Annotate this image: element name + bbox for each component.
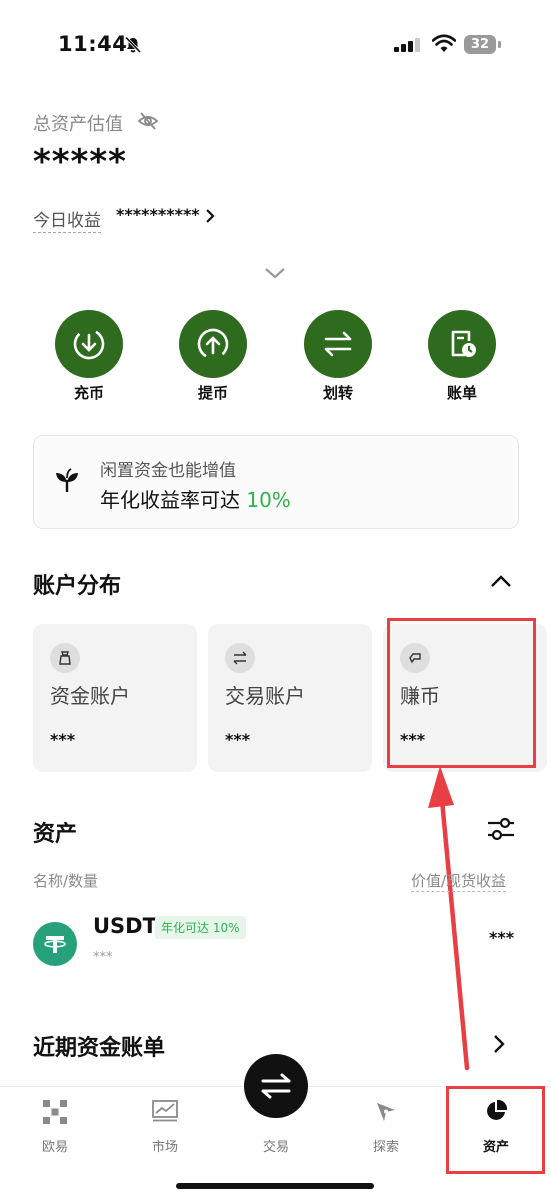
- account-distribution-title: 账户分布: [33, 574, 122, 599]
- wallet-bag-icon: [50, 643, 80, 673]
- chevron-right-icon[interactable]: [204, 208, 216, 224]
- table-row[interactable]: [0, 900, 551, 980]
- total-assets-value: *****: [33, 142, 127, 182]
- promo-rate-percent: 10%: [246, 488, 291, 512]
- sprout-icon: [56, 468, 78, 492]
- eye-hidden-icon[interactable]: [137, 110, 159, 132]
- nav-label-explore: 探索: [372, 1140, 399, 1155]
- wifi-icon: [432, 34, 456, 52]
- promo-title: 闲置资金也能增值: [100, 461, 236, 481]
- battery-nub: [498, 41, 501, 48]
- chevron-right-icon[interactable]: [492, 1034, 506, 1054]
- signal-icon: [394, 38, 420, 52]
- annotation-highlight-earn: [387, 618, 536, 768]
- chevron-up-icon[interactable]: [490, 574, 512, 588]
- annotation-highlight-assets-tab: [446, 1086, 545, 1174]
- trade-swap-icon: [261, 1073, 291, 1099]
- home-indicator: [176, 1183, 374, 1189]
- compass-icon: [377, 1103, 395, 1121]
- column-header-value[interactable]: 价值/现货收益: [411, 870, 507, 892]
- withdraw-icon: [197, 328, 229, 360]
- total-assets-label: 总资产估值: [33, 114, 123, 135]
- okx-logo-icon: [43, 1100, 67, 1124]
- deposit-button[interactable]: [55, 310, 123, 378]
- transfer-label: 划转: [322, 384, 353, 402]
- nav-trade-button[interactable]: [244, 1054, 308, 1118]
- usdt-icon: [33, 922, 77, 966]
- asset-name: USDT: [93, 914, 157, 938]
- promo-rate-prefix: 年化收益率可达: [100, 488, 247, 512]
- assets-title: 资产: [33, 822, 78, 847]
- withdraw-button[interactable]: [179, 310, 247, 378]
- nav-label-okx: 欧易: [41, 1140, 68, 1155]
- market-chart-icon: [152, 1100, 178, 1122]
- chevron-down-icon[interactable]: [264, 266, 286, 280]
- nav-label-trade: 交易: [262, 1140, 289, 1155]
- promo-rate-text: 年化收益率可达 10%: [100, 484, 291, 513]
- column-header-name: 名称/数量: [33, 872, 99, 890]
- transfer-icon: [324, 331, 352, 357]
- deposit-icon: [73, 328, 105, 360]
- asset-value: ***: [489, 928, 515, 947]
- apy-badge: 年化可达 10%: [155, 916, 246, 939]
- bill-button[interactable]: [428, 310, 496, 378]
- battery-indicator: 32: [464, 35, 502, 55]
- asset-amount: ***: [93, 950, 113, 965]
- battery-level: 32: [464, 35, 496, 54]
- today-earnings-label[interactable]: 今日收益: [33, 206, 101, 233]
- trading-account-name: 交易账户: [225, 684, 305, 708]
- funding-account-name: 资金账户: [50, 684, 130, 708]
- deposit-label: 充币: [73, 384, 104, 402]
- trading-account-card[interactable]: 交易账户 ***: [208, 624, 372, 772]
- trading-account-value: ***: [225, 730, 251, 749]
- nav-item-market[interactable]: 市场: [110, 1090, 220, 1160]
- transfer-button[interactable]: [304, 310, 372, 378]
- today-earnings-value[interactable]: **********: [116, 205, 200, 224]
- earn-promo-banner[interactable]: [33, 435, 519, 529]
- bill-label: 账单: [446, 384, 477, 402]
- bill-icon: [451, 330, 476, 357]
- status-time: 11:44: [58, 32, 128, 56]
- nav-label-market: 市场: [151, 1140, 178, 1155]
- recent-bills-title[interactable]: 近期资金账单: [33, 1030, 165, 1062]
- nav-item-explore[interactable]: 探索: [331, 1090, 441, 1160]
- funding-account-value: ***: [50, 730, 76, 749]
- nav-item-okx[interactable]: 欧易: [0, 1090, 110, 1160]
- swap-icon: [225, 643, 255, 673]
- withdraw-label: 提币: [197, 384, 228, 402]
- bell-muted-icon: [124, 36, 142, 54]
- funding-account-card[interactable]: 资金账户 ***: [33, 624, 197, 772]
- filter-settings-icon[interactable]: [486, 816, 516, 842]
